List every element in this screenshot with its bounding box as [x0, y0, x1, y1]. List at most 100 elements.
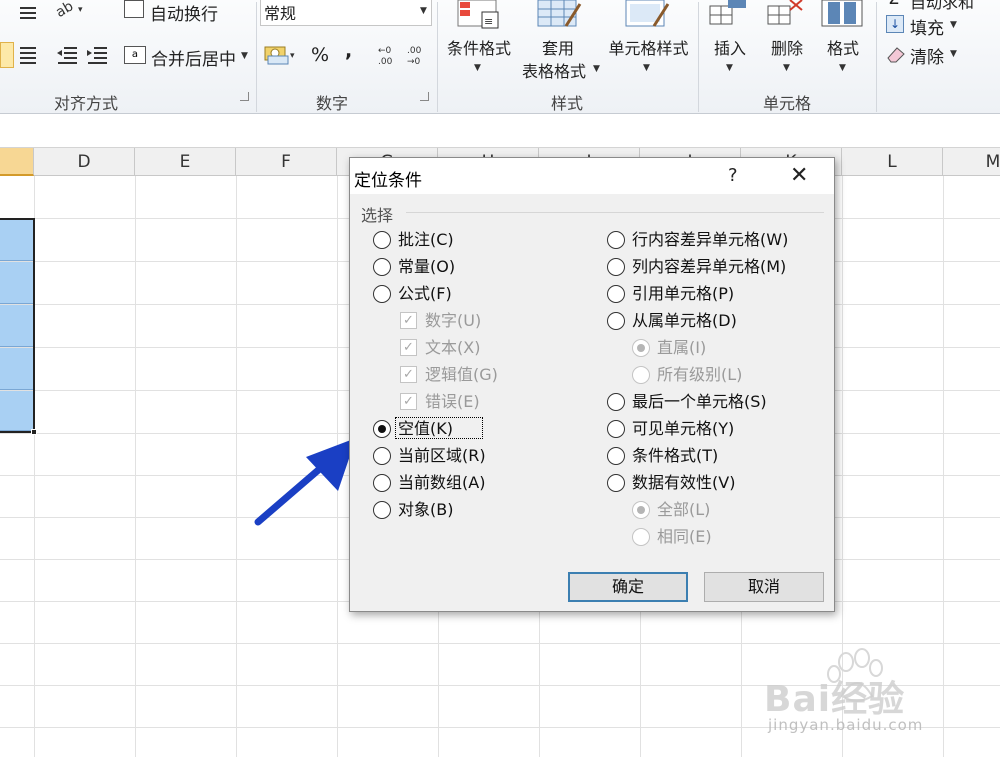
- align-top-icon[interactable]: [18, 4, 38, 24]
- align-left-icon[interactable]: [0, 42, 14, 68]
- decrease-decimal-icon[interactable]: .00 →0: [407, 44, 433, 70]
- column-header-m[interactable]: M: [943, 148, 1000, 176]
- dialog-titlebar[interactable]: 定位条件 ? ✕: [350, 158, 834, 194]
- autosum-button[interactable]: 自动求和: [910, 0, 974, 13]
- decrease-indent-icon[interactable]: [56, 46, 78, 68]
- number-dialog-launcher-icon[interactable]: [420, 92, 429, 101]
- alignment-dialog-launcher-icon[interactable]: [240, 92, 249, 101]
- wrap-text-icon[interactable]: [124, 0, 144, 18]
- format-cells-button[interactable]: 格式: [823, 35, 863, 59]
- fill-button[interactable]: 填充: [910, 14, 944, 39]
- ok-button[interactable]: 确定: [568, 572, 688, 602]
- selected-cell[interactable]: [0, 262, 33, 304]
- comma-style-button[interactable]: ,: [345, 40, 352, 62]
- selected-cell[interactable]: [0, 220, 33, 261]
- baidu-jingyan-watermark: Bai经验 jingyan.baidu.com: [762, 648, 952, 742]
- autosum-icon[interactable]: Σ: [888, 0, 899, 9]
- radio-icon: [632, 528, 650, 546]
- column-header-d[interactable]: D: [34, 148, 135, 176]
- radio-icon[interactable]: [607, 285, 625, 303]
- delete-cells-icon[interactable]: [766, 0, 806, 34]
- svg-text:ab: ab: [54, 0, 76, 20]
- column-header-e[interactable]: E: [135, 148, 236, 176]
- radio-icon[interactable]: [607, 258, 625, 276]
- formula-bar[interactable]: [0, 114, 1000, 148]
- insert-cells-dropdown-icon[interactable]: ▼: [726, 63, 733, 73]
- align-right-icon[interactable]: [18, 46, 38, 68]
- radio-icon[interactable]: [373, 420, 391, 438]
- column-header-f[interactable]: F: [236, 148, 337, 176]
- column-header-l[interactable]: L: [842, 148, 943, 176]
- clear-dropdown-icon[interactable]: ▼: [950, 49, 957, 59]
- selected-cell[interactable]: [0, 348, 33, 390]
- group-separator: [876, 2, 877, 112]
- delete-cells-button[interactable]: 删除: [767, 35, 807, 59]
- radio-icon[interactable]: [607, 474, 625, 492]
- radio-icon[interactable]: [373, 501, 391, 519]
- fill-handle[interactable]: [31, 429, 37, 435]
- radio-icon[interactable]: [607, 231, 625, 249]
- increase-indent-icon[interactable]: [86, 46, 108, 68]
- radio-icon[interactable]: [373, 285, 391, 303]
- radio-icon[interactable]: [373, 231, 391, 249]
- radio-icon[interactable]: [373, 474, 391, 492]
- insert-cells-icon[interactable]: [708, 0, 748, 34]
- table-format-icon[interactable]: [536, 0, 584, 34]
- cell-styles-icon[interactable]: [624, 0, 672, 34]
- selected-cell[interactable]: [0, 305, 33, 347]
- table-format-button[interactable]: 表格格式: [516, 58, 592, 82]
- clear-eraser-icon[interactable]: [886, 45, 906, 67]
- help-button[interactable]: ?: [728, 165, 738, 186]
- svg-text:.00: .00: [407, 46, 422, 56]
- radio-icon[interactable]: [373, 447, 391, 465]
- group-separator: [256, 2, 257, 112]
- cancel-button[interactable]: 取消: [704, 572, 824, 602]
- merge-center-dropdown-icon[interactable]: ▼: [241, 51, 248, 61]
- checkbox-icon: ✓: [400, 366, 417, 383]
- clear-button[interactable]: 清除: [910, 43, 944, 68]
- fill-icon[interactable]: ↓: [886, 15, 904, 33]
- selected-cell[interactable]: [0, 391, 33, 431]
- checkbox-icon: ✓: [400, 339, 417, 356]
- section-label: 选择: [361, 206, 394, 225]
- svg-text:.00: .00: [378, 57, 393, 66]
- accounting-format-icon[interactable]: ▾: [264, 44, 298, 70]
- percent-style-button[interactable]: %: [311, 44, 329, 66]
- close-icon[interactable]: ✕: [790, 163, 808, 188]
- radio-icon[interactable]: [607, 420, 625, 438]
- table-format-dropdown-icon[interactable]: ▼: [593, 64, 600, 74]
- svg-text:→0: →0: [407, 57, 421, 66]
- checkbox-icon: ✓: [400, 312, 417, 329]
- watermark-url: jingyan.baidu.com: [768, 716, 924, 734]
- grid-line: [135, 176, 136, 757]
- table-format-line1[interactable]: 套用: [532, 35, 584, 59]
- group-separator: [437, 2, 438, 112]
- format-cells-dropdown-icon[interactable]: ▼: [839, 63, 846, 73]
- merge-center-icon[interactable]: a: [124, 46, 146, 64]
- cells-group-label: 单元格: [763, 94, 812, 113]
- wrap-text-button[interactable]: 自动换行: [150, 0, 218, 25]
- grid-line: [236, 176, 237, 757]
- column-header-c[interactable]: [0, 148, 34, 176]
- conditional-format-icon[interactable]: ≡: [456, 0, 502, 34]
- grid-line: [0, 643, 1000, 644]
- delete-cells-dropdown-icon[interactable]: ▼: [783, 63, 790, 73]
- fill-dropdown-icon[interactable]: ▼: [950, 20, 957, 30]
- cell-styles-button[interactable]: 单元格样式: [601, 35, 696, 59]
- checkbox-icon: ✓: [400, 393, 417, 410]
- orientation-icon[interactable]: ab ▾: [53, 0, 88, 24]
- radio-icon[interactable]: [373, 258, 391, 276]
- cell-styles-dropdown-icon[interactable]: ▼: [643, 63, 650, 73]
- conditional-format-button[interactable]: 条件格式: [443, 35, 515, 59]
- number-format-dropdown-icon[interactable]: ▼: [420, 6, 427, 16]
- radio-icon[interactable]: [607, 312, 625, 330]
- group-separator: [698, 2, 699, 112]
- svg-text:≡: ≡: [484, 15, 493, 28]
- format-cells-icon[interactable]: [820, 0, 866, 34]
- merge-center-button[interactable]: 合并后居中: [151, 45, 236, 70]
- radio-icon[interactable]: [607, 447, 625, 465]
- insert-cells-button[interactable]: 插入: [710, 35, 750, 59]
- conditional-format-dropdown-icon[interactable]: ▼: [474, 63, 481, 73]
- increase-decimal-icon[interactable]: ←0.00: [378, 44, 404, 70]
- radio-icon[interactable]: [607, 393, 625, 411]
